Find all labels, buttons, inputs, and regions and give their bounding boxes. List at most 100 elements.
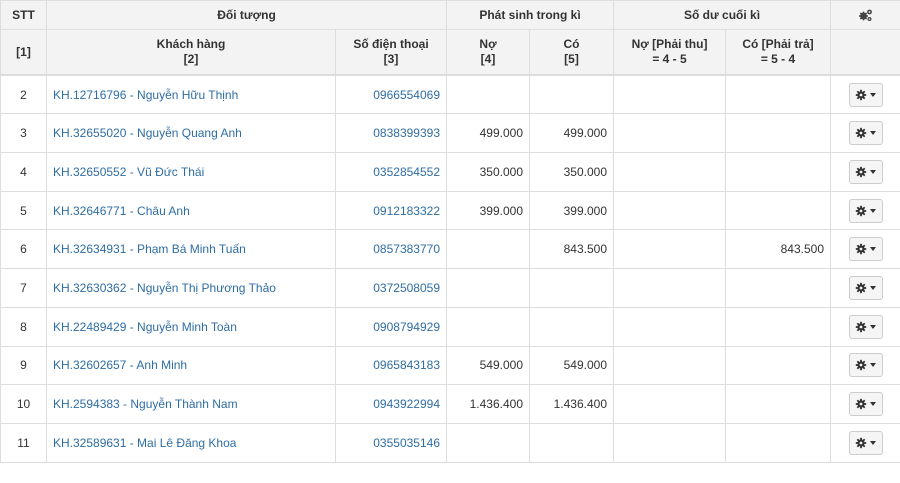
- customer-link[interactable]: KH.32634931 - Phạm Bá Minh Tuấn: [53, 242, 246, 256]
- row-phone-cell: 0965843183: [335, 345, 447, 386]
- row-du-co: [725, 113, 831, 154]
- row-du-co: [725, 384, 831, 424]
- row-actions-dropdown-button[interactable]: [848, 82, 883, 107]
- row-actions-dropdown-button[interactable]: [848, 392, 883, 417]
- row-actions-cell: [830, 384, 900, 424]
- caret-down-icon: [870, 324, 876, 329]
- customer-table-body: 1KH.21942432 - Nguyễn Ngọc Thắng09627998…: [0, 36, 900, 463]
- customer-link[interactable]: KH.2594383 - Nguyễn Thành Nam: [53, 397, 238, 411]
- row-du-no: [613, 152, 726, 192]
- phone-link[interactable]: 0908794929: [373, 320, 440, 334]
- row-no: 350.000: [446, 152, 530, 192]
- col-group-doi-tuong: Đối tượng: [45, 0, 448, 30]
- row-du-no: [613, 74, 726, 115]
- row-actions-dropdown-button[interactable]: [848, 430, 883, 455]
- table-rows: 1KH.21942432 - Nguyễn Ngọc Thắng09627998…: [0, 36, 900, 463]
- row-customer-cell: KH.32634931 - Phạm Bá Minh Tuấn: [46, 229, 336, 270]
- customer-link[interactable]: KH.32602657 - Anh Minh: [53, 358, 187, 372]
- row-stt: 2: [0, 74, 47, 115]
- gear-icon: [855, 244, 867, 255]
- phone-link[interactable]: 0352854552: [373, 165, 440, 179]
- gear-icon: [855, 282, 867, 294]
- table-row: 3 KH.32655020 - Nguyễn Quang Anh 083839939…: [0, 113, 900, 154]
- row-actions-dropdown-button[interactable]: [848, 237, 883, 262]
- phone-link[interactable]: 0912183322: [373, 204, 440, 218]
- row-no: [446, 229, 530, 270]
- col-no-phai-thu-formula: = 4 - 5: [652, 52, 687, 66]
- row-du-co: [725, 152, 831, 192]
- row-du-co: [725, 422, 831, 463]
- customer-link[interactable]: KH.12716796 - Nguyễn Hữu Thịnh: [53, 88, 238, 102]
- row-co: [529, 306, 614, 347]
- row-phone-cell: 0966554069: [335, 74, 447, 115]
- row-actions-dropdown-button[interactable]: [848, 275, 883, 300]
- phone-link[interactable]: 0965843183: [373, 358, 440, 372]
- customer-link[interactable]: KH.32646771 - Châu Anh: [53, 204, 190, 218]
- customer-link[interactable]: KH.32630362 - Nguyễn Thị Phương Thảo: [53, 281, 276, 295]
- col-co-label: Có: [563, 37, 580, 51]
- col-khach-hang-label: Khách hàng: [156, 37, 226, 51]
- row-stt: 4: [0, 152, 47, 192]
- customer-link[interactable]: KH.22489429 - Nguyễn Minh Toàn: [53, 320, 237, 334]
- row-du-co: [725, 190, 831, 231]
- row-stt: 8: [0, 306, 47, 347]
- col-actions-header: [830, 29, 900, 75]
- row-phone-cell: 0943922994: [335, 384, 447, 424]
- row-co: [529, 268, 614, 308]
- col-no-label: Nợ: [479, 37, 497, 51]
- row-du-no: [613, 229, 726, 270]
- col-co-phai-tra-label: Có [Phải trả]: [742, 37, 814, 51]
- row-stt: 10: [0, 384, 47, 424]
- table-body-scroll[interactable]: 1KH.21942432 - Nguyễn Ngọc Thắng09627998…: [0, 36, 900, 463]
- customer-link[interactable]: KH.32650552 - Vũ Đức Thái: [53, 165, 204, 179]
- row-actions-dropdown-button[interactable]: [848, 353, 883, 378]
- caret-down-icon: [870, 285, 876, 290]
- row-no: [446, 306, 530, 347]
- customer-link[interactable]: KH.32655020 - Nguyễn Quang Anh: [53, 126, 242, 140]
- col-no-phai-thu-header: Nợ [Phải thu] = 4 - 5: [613, 29, 727, 75]
- phone-link[interactable]: 0372508059: [373, 281, 440, 295]
- customer-link[interactable]: KH.32589631 - Mai Lê Đăng Khoa: [53, 436, 236, 450]
- col-no-header: Nợ [4]: [446, 29, 531, 75]
- table-header: STT Đối tượng Phát sinh trong kì Số dư c…: [0, 0, 900, 75]
- gear-icon: [855, 437, 867, 448]
- table-row: 9 KH.32602657 - Anh Minh 0965843183 549.000…: [0, 345, 900, 386]
- phone-link[interactable]: 0838399393: [373, 126, 440, 140]
- row-phone-cell: 0372508059: [335, 268, 447, 308]
- row-customer-cell: KH.32646771 - Châu Anh: [46, 190, 336, 231]
- table-row: 10 KH.2594383 - Nguyễn Thành Nam 094392299…: [0, 384, 900, 424]
- caret-down-icon: [870, 169, 876, 174]
- row-actions-dropdown-button[interactable]: [848, 121, 883, 146]
- row-du-co: 843.500: [725, 229, 831, 270]
- row-du-no: [613, 190, 726, 231]
- gear-icon: [855, 398, 867, 410]
- table-row: 2 KH.12716796 - Nguyễn Hữu Thịnh 096655406…: [0, 74, 900, 115]
- gears-icon[interactable]: [858, 8, 874, 22]
- row-no: 1.436.400: [446, 384, 530, 424]
- row-actions-cell: [830, 152, 900, 192]
- row-customer-cell: KH.32630362 - Nguyễn Thị Phương Thảo: [46, 268, 336, 308]
- phone-link[interactable]: 0355035146: [373, 436, 440, 450]
- row-actions-cell: [830, 306, 900, 347]
- phone-link[interactable]: 0857383770: [373, 242, 440, 256]
- row-stt: 5: [0, 190, 47, 231]
- col-stt-index: [1]: [0, 29, 47, 75]
- col-co-header: Có [5]: [529, 29, 615, 75]
- row-actions-cell: [830, 190, 900, 231]
- row-du-co: [725, 74, 831, 115]
- row-actions-dropdown-button[interactable]: [848, 314, 883, 339]
- row-no: 499.000: [446, 113, 530, 154]
- row-actions-dropdown-button[interactable]: [848, 198, 883, 223]
- col-no-index: [4]: [480, 52, 496, 66]
- customer-balance-table-view: 1KH.21942432 - Nguyễn Ngọc Thắng09627998…: [0, 0, 900, 483]
- gear-icon: [855, 128, 867, 139]
- phone-link[interactable]: 0966554069: [373, 88, 440, 102]
- phone-link[interactable]: 0943922994: [373, 397, 440, 411]
- row-co: 499.000: [529, 113, 614, 154]
- row-stt: 6: [0, 229, 47, 270]
- col-co-phai-tra-header: Có [Phải trả] = 5 - 4: [725, 29, 832, 75]
- row-du-co: [725, 345, 831, 386]
- row-actions-cell: [830, 229, 900, 270]
- settings-header-cell[interactable]: [830, 0, 900, 30]
- row-actions-dropdown-button[interactable]: [848, 159, 883, 184]
